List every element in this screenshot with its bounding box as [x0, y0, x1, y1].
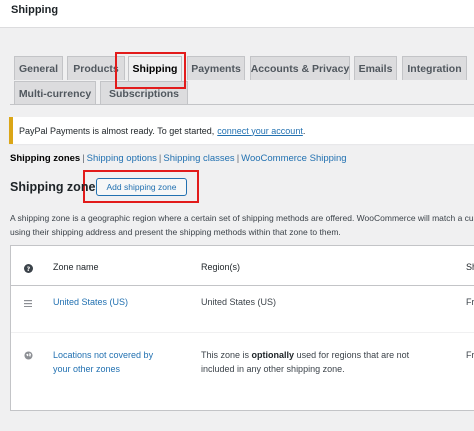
rest-of-world-regions: This zone is optionally used for regions… [201, 348, 409, 376]
region-bold-text: optionally [251, 350, 295, 360]
column-regions: Region(s) [201, 262, 241, 272]
zone-name-line-2: your other zones [53, 364, 121, 374]
tab-payments[interactable]: Payments [187, 56, 245, 80]
tab-shipping[interactable]: Shipping [128, 56, 182, 81]
zone-name-line-1: Locations not covered by [53, 350, 154, 360]
subnav-separator: | [82, 153, 85, 164]
rest-of-world-zone-link[interactable]: Locations not covered by your other zone… [53, 348, 153, 376]
connect-account-link[interactable]: connect your account [217, 126, 303, 136]
top-bar: Shipping [0, 0, 474, 28]
table-row: Locations not covered by your other zone… [11, 333, 474, 410]
subnav-shipping-options[interactable]: Shipping options [87, 153, 157, 164]
subnav-shipping-zones[interactable]: Shipping zones [10, 153, 80, 164]
zone-regions: United States (US) [201, 297, 277, 307]
zones-description: A shipping zone is a geographic region w… [10, 211, 474, 239]
subnav-separator: | [158, 153, 162, 164]
tab-subscriptions[interactable]: Subscriptions [100, 81, 188, 105]
subnav-woocommerce-shipping[interactable]: WooCommerce Shipping [241, 153, 346, 164]
description-line-1: A shipping zone is a geographic region w… [10, 213, 474, 223]
column-shipping-methods: Shipping method(s) [466, 262, 474, 272]
region-text: This zone is [201, 350, 250, 360]
tab-accounts-privacy[interactable]: Accounts & Privacy [250, 56, 350, 80]
table-row: United States (US) United States (US) Fr… [11, 286, 474, 333]
tab-emails[interactable]: Emails [354, 56, 397, 80]
zone-name-link[interactable]: United States (US) [53, 295, 128, 309]
tabs-divider [10, 104, 474, 105]
tab-integration[interactable]: Integration [402, 56, 467, 80]
help-icon[interactable]: ? [23, 263, 33, 273]
description-line-2: using their shipping address and present… [10, 227, 341, 237]
add-shipping-zone-button[interactable]: Add shipping zone [96, 178, 187, 196]
page-title: Shipping [11, 4, 59, 16]
shipping-zones-heading: Shipping zones [10, 180, 103, 194]
zone-methods: Free shipping [466, 297, 474, 307]
rest-of-world-methods: Free shipping [466, 350, 474, 360]
shipping-zones-table: ? Zone name Region(s) Shipping method(s)… [10, 245, 474, 411]
tab-products[interactable]: Products [67, 56, 125, 80]
subnav-separator: | [236, 153, 240, 164]
tab-general[interactable]: General [14, 56, 63, 80]
paypal-notice: PayPal Payments is almost ready. To get … [9, 117, 474, 144]
column-zone-name: Zone name [53, 262, 99, 272]
drag-handle-icon[interactable] [23, 298, 33, 308]
table-header: ? Zone name Region(s) Shipping method(s) [11, 246, 474, 286]
tab-multi-currency[interactable]: Multi-currency [14, 81, 96, 105]
region-text-line-2: included in any other shipping zone. [201, 364, 345, 374]
globe-icon [23, 350, 33, 360]
subnav-shipping-classes[interactable]: Shipping classes [163, 153, 234, 164]
notice-text: PayPal Payments is almost ready. To get … [19, 125, 215, 136]
svg-text:?: ? [26, 266, 30, 273]
region-text: used for regions that are not [296, 350, 410, 360]
shipping-subnav: Shipping zones | Shipping options | Ship… [10, 153, 347, 164]
notice-period: . [302, 125, 306, 136]
